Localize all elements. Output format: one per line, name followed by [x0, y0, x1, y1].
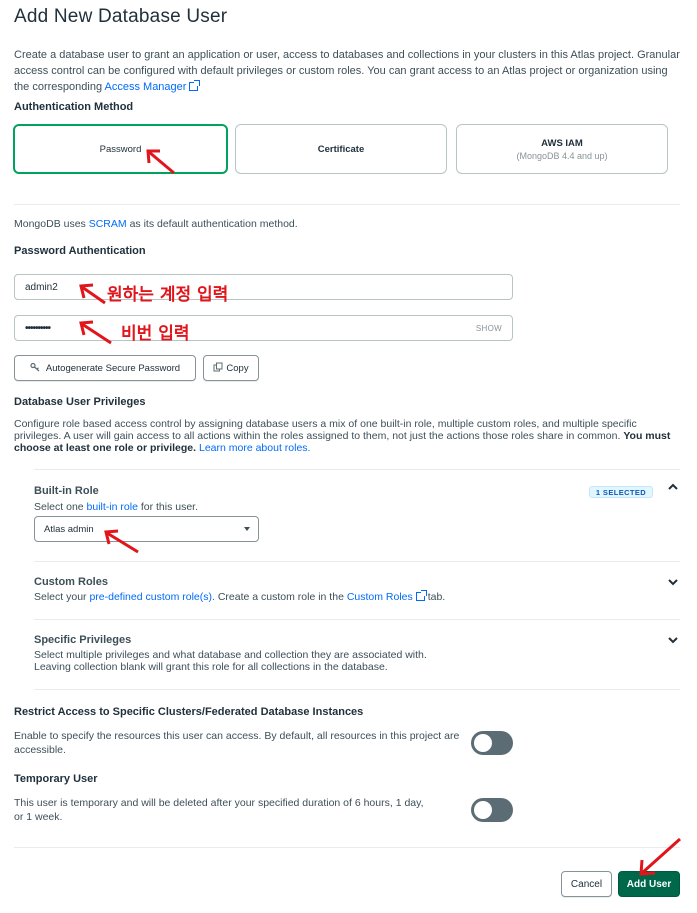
password-annotation: 비번 입력: [121, 324, 190, 344]
auth-option-password[interactable]: Password: [13, 124, 228, 174]
custom-desc-mid: Create a custom role in the: [217, 591, 344, 603]
section-divider: [34, 561, 680, 562]
specific-desc-line2: Leaving collection blank will grant this…: [34, 661, 388, 673]
custom-roles-tab-link[interactable]: Custom Roles: [347, 591, 413, 603]
privileges-description: Configure role based access control by a…: [14, 418, 684, 454]
annotation-arrow-icon: [79, 283, 106, 305]
chevron-down-icon[interactable]: [667, 576, 679, 590]
autogenerate-password-button[interactable]: Autogenerate Secure Password: [14, 355, 196, 381]
specific-privileges-title: Specific Privileges: [34, 634, 132, 646]
privileges-desc-text: Configure role based access control by a…: [14, 418, 637, 442]
builtin-role-selected: Atlas admin: [44, 523, 94, 535]
username-value: admin2: [25, 281, 58, 293]
builtin-desc-suffix: for this user.: [140, 501, 199, 513]
predefined-roles-link[interactable]: pre-defined custom role(s).: [89, 591, 214, 603]
scram-link[interactable]: SCRAM: [89, 218, 127, 230]
section-divider: [34, 469, 680, 470]
section-divider: [34, 619, 680, 620]
privileges-label: Database User Privileges: [14, 396, 146, 408]
access-manager-link[interactable]: Access Manager: [105, 81, 187, 93]
custom-desc-suffix: tab.: [427, 591, 446, 603]
page-title: Add New Database User: [14, 6, 228, 27]
auth-option-label: AWS IAM: [541, 137, 583, 149]
custom-roles-desc: Select your pre-defined custom role(s). …: [34, 590, 446, 603]
annotation-arrow-icon: [79, 320, 112, 345]
specific-privileges-desc: Select multiple privileges and what data…: [34, 649, 427, 673]
section-divider: [14, 204, 680, 205]
auth-option-sublabel: (MongoDB 4.4 and up): [516, 150, 608, 161]
autogenerate-label: Autogenerate Secure Password: [45, 362, 181, 374]
temporary-user-desc: This user is temporary and will be delet…: [14, 797, 424, 823]
copy-password-button[interactable]: Copy: [203, 355, 259, 381]
temporary-user-toggle[interactable]: [471, 798, 513, 822]
intro-text: Create a database user to grant an appli…: [14, 47, 684, 95]
annotation-arrow-icon: [104, 529, 139, 554]
scram-note: MongoDB uses SCRAM as its default authen…: [14, 218, 298, 230]
external-link-icon: [189, 80, 201, 91]
auth-method-label: Authentication Method: [14, 101, 134, 113]
show-password-button[interactable]: SHOW: [476, 324, 502, 333]
section-divider: [14, 847, 680, 848]
external-link-icon: [415, 590, 427, 601]
builtin-role-link[interactable]: built-in role: [87, 501, 138, 513]
auth-option-certificate[interactable]: Certificate: [235, 124, 447, 174]
copy-label: Copy: [226, 362, 249, 374]
builtin-role-select[interactable]: Atlas admin: [34, 516, 259, 542]
builtin-role-desc: Select one built-in role for this user.: [34, 501, 198, 513]
chevron-up-icon[interactable]: [667, 481, 679, 495]
restrict-access-toggle[interactable]: [471, 731, 513, 755]
restrict-access-title: Restrict Access to Specific Clusters/Fed…: [14, 706, 364, 718]
username-annotation: 원하는 계정 입력: [107, 285, 229, 305]
cancel-button[interactable]: Cancel: [561, 871, 612, 897]
auth-option-label: Certificate: [317, 143, 365, 155]
custom-desc-prefix: Select your: [34, 591, 87, 603]
selected-count-badge: 1 SELECTED: [589, 486, 653, 498]
scram-suffix: as its default authentication method.: [129, 218, 298, 230]
builtin-role-title: Built-in Role: [34, 485, 99, 497]
key-icon: [30, 362, 40, 375]
builtin-desc-prefix: Select one: [34, 501, 84, 513]
caret-down-icon: [244, 527, 250, 531]
password-value: ••••••••••: [25, 322, 51, 334]
chevron-down-icon[interactable]: [667, 634, 679, 648]
copy-icon: [213, 362, 223, 375]
temporary-user-title: Temporary User: [14, 773, 98, 785]
specific-desc-line1: Select multiple privileges and what data…: [34, 649, 427, 661]
custom-roles-title: Custom Roles: [34, 576, 108, 588]
auth-option-label: Password: [99, 143, 142, 155]
learn-more-roles-link[interactable]: Learn more about roles.: [199, 442, 310, 454]
annotation-arrow-icon: [146, 149, 175, 175]
section-divider: [34, 689, 680, 690]
annotation-arrow-icon: [639, 837, 682, 876]
scram-prefix: MongoDB uses: [14, 218, 86, 230]
auth-option-aws-iam[interactable]: AWS IAM (MongoDB 4.4 and up): [456, 124, 668, 174]
restrict-access-desc: Enable to specify the resources this use…: [14, 730, 460, 756]
password-auth-label: Password Authentication: [14, 245, 146, 257]
